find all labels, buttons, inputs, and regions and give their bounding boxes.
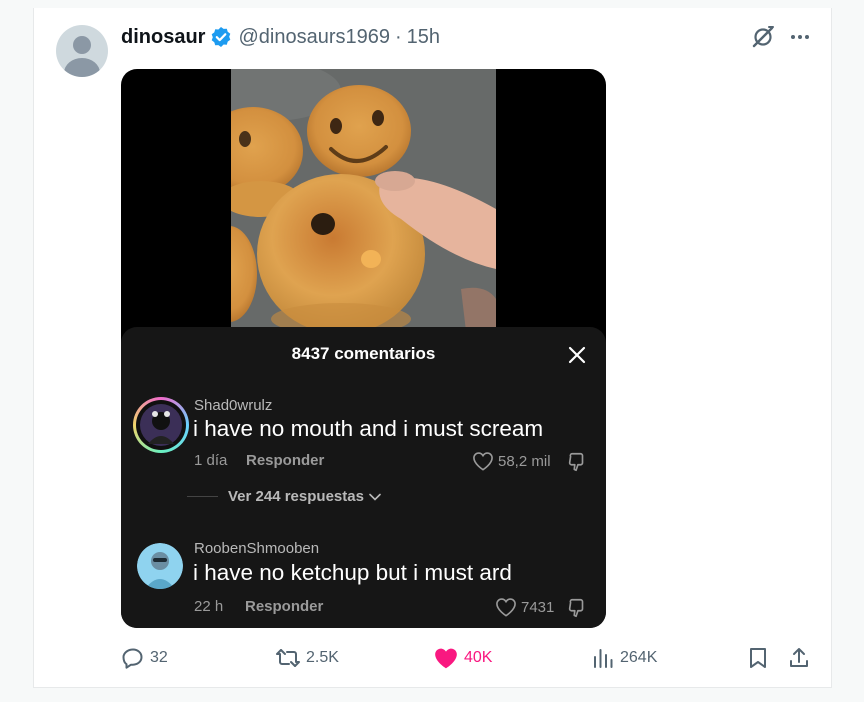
comments-count-title: 8437 comentarios (291, 344, 436, 363)
views-action[interactable]: 264K (591, 644, 657, 672)
separator-dot: · (394, 25, 402, 48)
like-action[interactable]: 40K (433, 644, 492, 672)
reply-count: 32 (150, 649, 168, 666)
share-icon[interactable] (788, 644, 810, 672)
comment-age: 22 h (194, 598, 224, 615)
display-name[interactable]: dinosaur (121, 26, 205, 49)
cookies-photo (231, 69, 496, 331)
repost-count: 2.5K (306, 649, 339, 666)
reply-icon (122, 648, 143, 669)
grok-icon[interactable] (750, 24, 776, 50)
verified-badge-icon (212, 27, 231, 47)
avatar-placeholder-body (64, 58, 100, 77)
replies-divider (187, 496, 218, 497)
more-dot (798, 35, 802, 39)
bookmark-icon[interactable] (747, 644, 769, 672)
comments-sheet: 8437 comentarios Shad0wrulz i have no mo… (121, 327, 606, 628)
comment-age: 1 día (194, 452, 228, 469)
reply-action[interactable]: 32 (121, 644, 168, 672)
avatar-image (137, 543, 183, 589)
post-card[interactable]: dinosaur @dinosaurs1969 · 15h 8437 comen… (33, 8, 832, 688)
dislike-icon[interactable] (566, 451, 588, 473)
more-dot (805, 35, 809, 39)
views-count: 264K (620, 649, 658, 666)
comment-avatar[interactable] (137, 543, 183, 589)
repost-icon (276, 649, 300, 667)
view-replies-label: Ver 244 respuestas (228, 488, 364, 505)
video-frame[interactable] (231, 69, 496, 331)
comment-like-count: 58,2 mil (498, 452, 551, 470)
comment-username[interactable]: RoobenShmooben (194, 540, 319, 557)
comment-avatar[interactable] (133, 397, 189, 453)
post-time[interactable]: 15h (407, 26, 440, 49)
comment-text: i have no ketchup but i must ard (193, 560, 512, 585)
like-count: 40K (464, 649, 493, 666)
comment-like-button[interactable]: 7431 (495, 597, 554, 617)
reply-button[interactable]: Responder (246, 452, 324, 469)
more-dot (791, 35, 795, 39)
reply-button[interactable]: Responder (245, 598, 323, 615)
action-bar: 32 2.5K 40K 264K (34, 644, 833, 672)
views-icon (594, 649, 613, 668)
comment-like-button[interactable]: 58,2 mil (472, 451, 551, 471)
avatar-image (136, 400, 186, 450)
avatar-placeholder-head (73, 36, 91, 54)
dislike-icon[interactable] (566, 597, 588, 619)
heart-outline-icon (496, 598, 516, 617)
chevron-down-icon (369, 493, 381, 501)
post-media[interactable]: 8437 comentarios Shad0wrulz i have no mo… (121, 69, 606, 628)
heart-outline-icon (473, 452, 493, 471)
heart-filled-icon (435, 648, 457, 669)
comment-text: i have no mouth and i must scream (193, 416, 544, 441)
close-icon[interactable] (567, 345, 587, 365)
comment-username[interactable]: Shad0wrulz (194, 397, 272, 414)
more-icon[interactable] (788, 26, 812, 48)
repost-action[interactable]: 2.5K (275, 644, 339, 672)
avatar[interactable] (56, 25, 108, 77)
post-header: dinosaur @dinosaurs1969 · 15h (121, 24, 440, 50)
view-replies-button[interactable]: Ver 244 respuestas (228, 488, 381, 505)
handle[interactable]: @dinosaurs1969 (238, 26, 390, 49)
comment-like-count: 7431 (521, 598, 555, 616)
